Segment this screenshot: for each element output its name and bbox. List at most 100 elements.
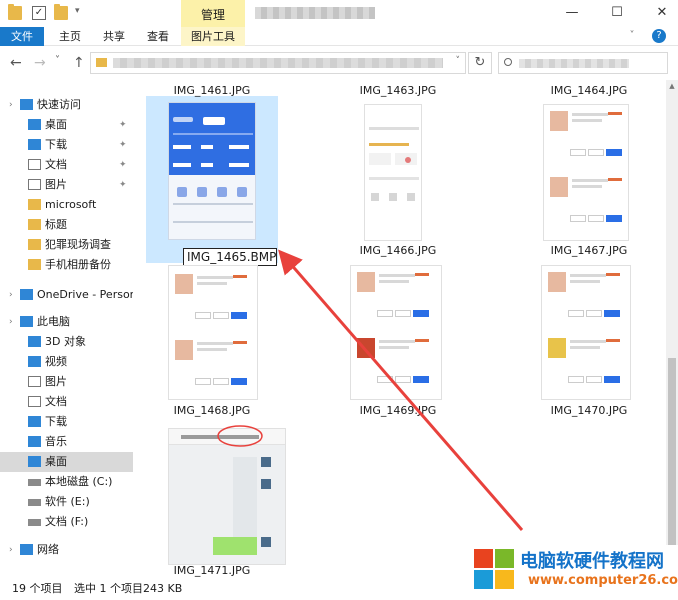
- back-arrow-icon[interactable]: ←: [10, 55, 22, 71]
- sidebar-item[interactable]: 犯罪现场调查: [0, 235, 133, 255]
- tab-view[interactable]: 查看: [140, 27, 176, 46]
- tab-manage[interactable]: 管理: [181, 0, 245, 27]
- chevron-right-icon[interactable]: ›: [9, 285, 13, 305]
- tab-share[interactable]: 共享: [96, 27, 132, 46]
- file-tile[interactable]: [146, 422, 286, 577]
- sidebar-item-label: 快速访问: [37, 98, 81, 111]
- new-folder-icon[interactable]: [54, 4, 68, 20]
- sidebar-item-label: 下载: [45, 415, 67, 428]
- file-name: IMG_1471.JPG: [173, 564, 251, 577]
- sidebar-item[interactable]: 下载 ✦: [0, 135, 133, 155]
- sidebar-item-label: 本地磁盘 (C:): [45, 475, 113, 488]
- windows-logo-icon: [474, 549, 514, 589]
- sidebar-item[interactable]: 3D 对象: [0, 332, 133, 352]
- refresh-button[interactable]: ↻: [468, 52, 492, 74]
- cloud-icon: [20, 289, 33, 300]
- tab-file[interactable]: 文件: [0, 27, 44, 46]
- desktop-icon: [28, 456, 41, 467]
- chevron-right-icon[interactable]: ›: [9, 95, 13, 115]
- item-count: 19 个项目: [12, 582, 63, 595]
- ribbon-tabs: 文件 主页 共享 查看 图片工具 ˅ ?: [0, 27, 678, 46]
- file-tile[interactable]: [146, 260, 278, 415]
- sidebar-item[interactable]: › 网络: [0, 540, 133, 560]
- star-icon: [20, 99, 33, 110]
- sidebar-item-label: 标题: [45, 218, 67, 231]
- thumbnail-image: [364, 104, 422, 241]
- vertical-scrollbar[interactable]: ▲ ▼: [666, 80, 678, 578]
- customize-toolbar-icon[interactable]: ▾: [75, 6, 80, 16]
- sidebar-item[interactable]: microsoft: [0, 195, 133, 215]
- sidebar-item-label: 文档: [45, 158, 67, 171]
- scroll-up-icon[interactable]: ▲: [666, 80, 678, 92]
- address-dropdown-icon[interactable]: ˅: [456, 56, 461, 66]
- recent-locations-icon[interactable]: ˅: [55, 55, 60, 66]
- pin-icon: ✦: [119, 120, 127, 130]
- file-tile[interactable]: [332, 96, 464, 251]
- sidebar-item[interactable]: 音乐: [0, 432, 133, 452]
- chevron-right-icon[interactable]: ›: [9, 312, 13, 332]
- sidebar-item-label: OneDrive - Persona: [37, 288, 133, 301]
- chevron-right-icon[interactable]: ›: [9, 540, 13, 560]
- file-name: IMG_1466.JPG: [359, 244, 437, 257]
- download-icon: [28, 416, 41, 427]
- minimize-button[interactable]: —: [560, 4, 584, 22]
- address-bar-row: ← → ˅ ↑ ˅ ↻: [0, 47, 678, 79]
- thumbnail-image: [168, 428, 286, 565]
- sidebar-item-label: 软件 (E:): [45, 495, 90, 508]
- sidebar-item-label: 犯罪现场调查: [45, 238, 111, 251]
- sidebar-item[interactable]: 图片 ✦: [0, 175, 133, 195]
- tab-picture-tools[interactable]: 图片工具: [181, 27, 245, 46]
- sidebar-item-label: 3D 对象: [45, 335, 86, 348]
- sidebar-item-label: 视频: [45, 355, 67, 368]
- window-title-blurred: [255, 7, 375, 19]
- sidebar-item[interactable]: 文档: [0, 392, 133, 412]
- picture-icon: [28, 179, 41, 190]
- sidebar-item[interactable]: 软件 (E:): [0, 492, 133, 512]
- sidebar-item[interactable]: 视频: [0, 352, 133, 372]
- sidebar-item[interactable]: 文档 ✦: [0, 155, 133, 175]
- maximize-button[interactable]: ☐: [605, 4, 629, 22]
- sidebar-item[interactable]: 桌面 ✦: [0, 115, 133, 135]
- scroll-thumb[interactable]: [668, 358, 676, 558]
- sidebar-item[interactable]: 手机相册备份: [0, 255, 133, 275]
- file-tile[interactable]: IMG_1465.BMP: [146, 96, 278, 279]
- sidebar-item[interactable]: 本地磁盘 (C:): [0, 472, 133, 492]
- tab-home[interactable]: 主页: [52, 27, 88, 46]
- sidebar-item[interactable]: 桌面: [0, 452, 133, 472]
- drive-icon: [28, 519, 41, 526]
- video-icon: [28, 356, 41, 367]
- pin-icon: ✦: [119, 180, 127, 190]
- sidebar-item-label: 桌面: [45, 455, 67, 468]
- drive-icon: [28, 479, 41, 486]
- watermark-logo: 电脑软硬件教程网 www.computer26.com: [470, 545, 678, 598]
- sidebar-item[interactable]: 文档 (F:): [0, 512, 133, 532]
- sidebar-item[interactable]: 图片: [0, 372, 133, 392]
- title-bar: ✓ ▾ 管理 — ☐ ✕: [0, 0, 678, 27]
- file-name: IMG_1469.JPG: [359, 404, 437, 417]
- file-tile[interactable]: [523, 96, 655, 251]
- file-tile[interactable]: [523, 260, 655, 415]
- folder-icon: [28, 259, 41, 270]
- address-input[interactable]: ˅: [90, 52, 466, 74]
- sidebar-item[interactable]: 下载: [0, 412, 133, 432]
- sidebar-item[interactable]: › 此电脑: [0, 312, 133, 332]
- file-name: IMG_1461.JPG: [173, 84, 251, 97]
- ribbon-expand-icon[interactable]: ˅: [620, 27, 644, 45]
- file-tile[interactable]: [332, 260, 464, 415]
- forward-arrow-icon[interactable]: →: [34, 55, 46, 71]
- thumbnail-image: [168, 265, 258, 400]
- sidebar-item[interactable]: › 快速访问: [0, 95, 133, 115]
- help-icon[interactable]: ?: [652, 29, 666, 43]
- sidebar-item-label: 文档: [45, 395, 67, 408]
- sidebar-item[interactable]: 标题: [0, 215, 133, 235]
- folder-icon: [28, 199, 41, 210]
- folder-icon: [28, 219, 41, 230]
- search-placeholder-blurred: [519, 59, 629, 68]
- close-button[interactable]: ✕: [650, 4, 674, 22]
- properties-icon[interactable]: ✓: [32, 6, 46, 20]
- watermark-url: www.computer26.com: [528, 573, 678, 588]
- download-icon: [28, 139, 41, 150]
- search-input[interactable]: [498, 52, 668, 74]
- up-arrow-icon[interactable]: ↑: [73, 55, 85, 71]
- sidebar-item[interactable]: › OneDrive - Persona: [0, 285, 133, 305]
